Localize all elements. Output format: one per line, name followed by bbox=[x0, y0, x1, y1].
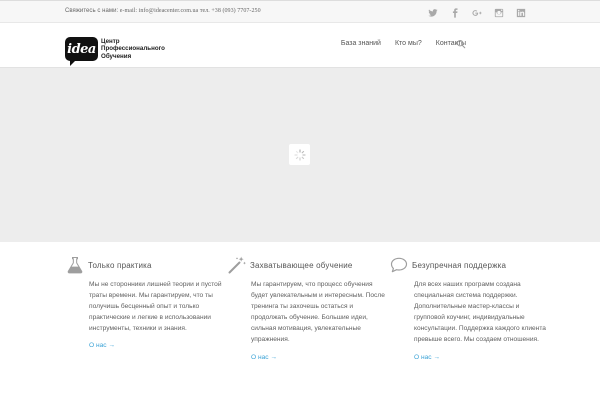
feature-text: Мы не сторонники лишней теории и пустой … bbox=[89, 281, 222, 333]
loading-spinner bbox=[289, 144, 310, 165]
speech-bubble-icon bbox=[390, 257, 408, 273]
contact-label: Свяжитесь с нами: bbox=[65, 8, 119, 14]
linkedin-link[interactable] bbox=[510, 6, 532, 19]
spinner-icon bbox=[293, 148, 306, 161]
logo-line-1: Центр bbox=[101, 37, 120, 45]
main-nav: База знаний Кто мы? Контакты bbox=[341, 40, 466, 47]
instagram-link[interactable] bbox=[488, 6, 510, 19]
about-link[interactable]: О нас → bbox=[65, 342, 115, 349]
feature-engaging-learning: Захватывающее обучение Мы гарантируем, ч… bbox=[227, 255, 387, 364]
about-link[interactable]: О нас → bbox=[227, 354, 277, 361]
nav-item-about[interactable]: Кто мы? bbox=[395, 40, 422, 47]
twitter-icon bbox=[428, 8, 438, 17]
linkedin-icon bbox=[516, 8, 526, 17]
google-plus-link[interactable] bbox=[466, 6, 488, 19]
contact-phone: тел. +38 (093) 7707-250 bbox=[199, 8, 261, 14]
about-link[interactable]: О нас → bbox=[389, 354, 440, 361]
feature-text: Для всех наших программ создана специаль… bbox=[414, 281, 546, 344]
feature-head: Только практика bbox=[65, 255, 225, 275]
feature-practice: Только практика Мы не сторонники лишней … bbox=[65, 255, 225, 352]
nav-item-knowledge-base[interactable]: База знаний bbox=[341, 40, 381, 47]
search-icon[interactable] bbox=[456, 39, 466, 49]
top-bar: Свяжитесь с нами: e-mail: info@ideacente… bbox=[0, 0, 600, 23]
feature-title: Безупречная поддержка bbox=[412, 260, 507, 270]
feature-title: Только практика bbox=[88, 260, 152, 270]
contact-email[interactable]: e-mail: info@ideacenter.com.ua bbox=[120, 8, 199, 14]
feature-title: Захватывающее обучение bbox=[250, 260, 353, 270]
social-links bbox=[422, 6, 532, 19]
flask-icon bbox=[67, 257, 83, 274]
logo-line-3: Обучения bbox=[101, 52, 132, 60]
feature-head: Безупречная поддержка bbox=[389, 255, 549, 275]
instagram-icon bbox=[494, 8, 504, 17]
feature-head: Захватывающее обучение bbox=[227, 255, 387, 275]
google-plus-icon bbox=[472, 9, 482, 16]
facebook-icon bbox=[452, 7, 458, 18]
feature-text: Мы гарантируем, что процесс обучения буд… bbox=[251, 281, 385, 344]
magic-wand-icon bbox=[228, 256, 246, 274]
hero-slider bbox=[0, 67, 600, 242]
logo-line-2: Профессионального bbox=[101, 45, 165, 53]
logo-text: Центр Профессионального Обучения bbox=[101, 38, 165, 61]
facebook-link[interactable] bbox=[444, 6, 466, 19]
feature-support: Безупречная поддержка Для всех наших про… bbox=[389, 255, 549, 364]
site-logo[interactable]: idea Центр Профессионального Обучения bbox=[65, 37, 165, 66]
contact-info: Свяжитесь с нами: e-mail: info@ideacente… bbox=[65, 8, 261, 14]
logo-mark: idea bbox=[65, 37, 98, 66]
twitter-link[interactable] bbox=[422, 6, 444, 19]
site-header: idea Центр Профессионального Обучения Ба… bbox=[0, 23, 600, 67]
